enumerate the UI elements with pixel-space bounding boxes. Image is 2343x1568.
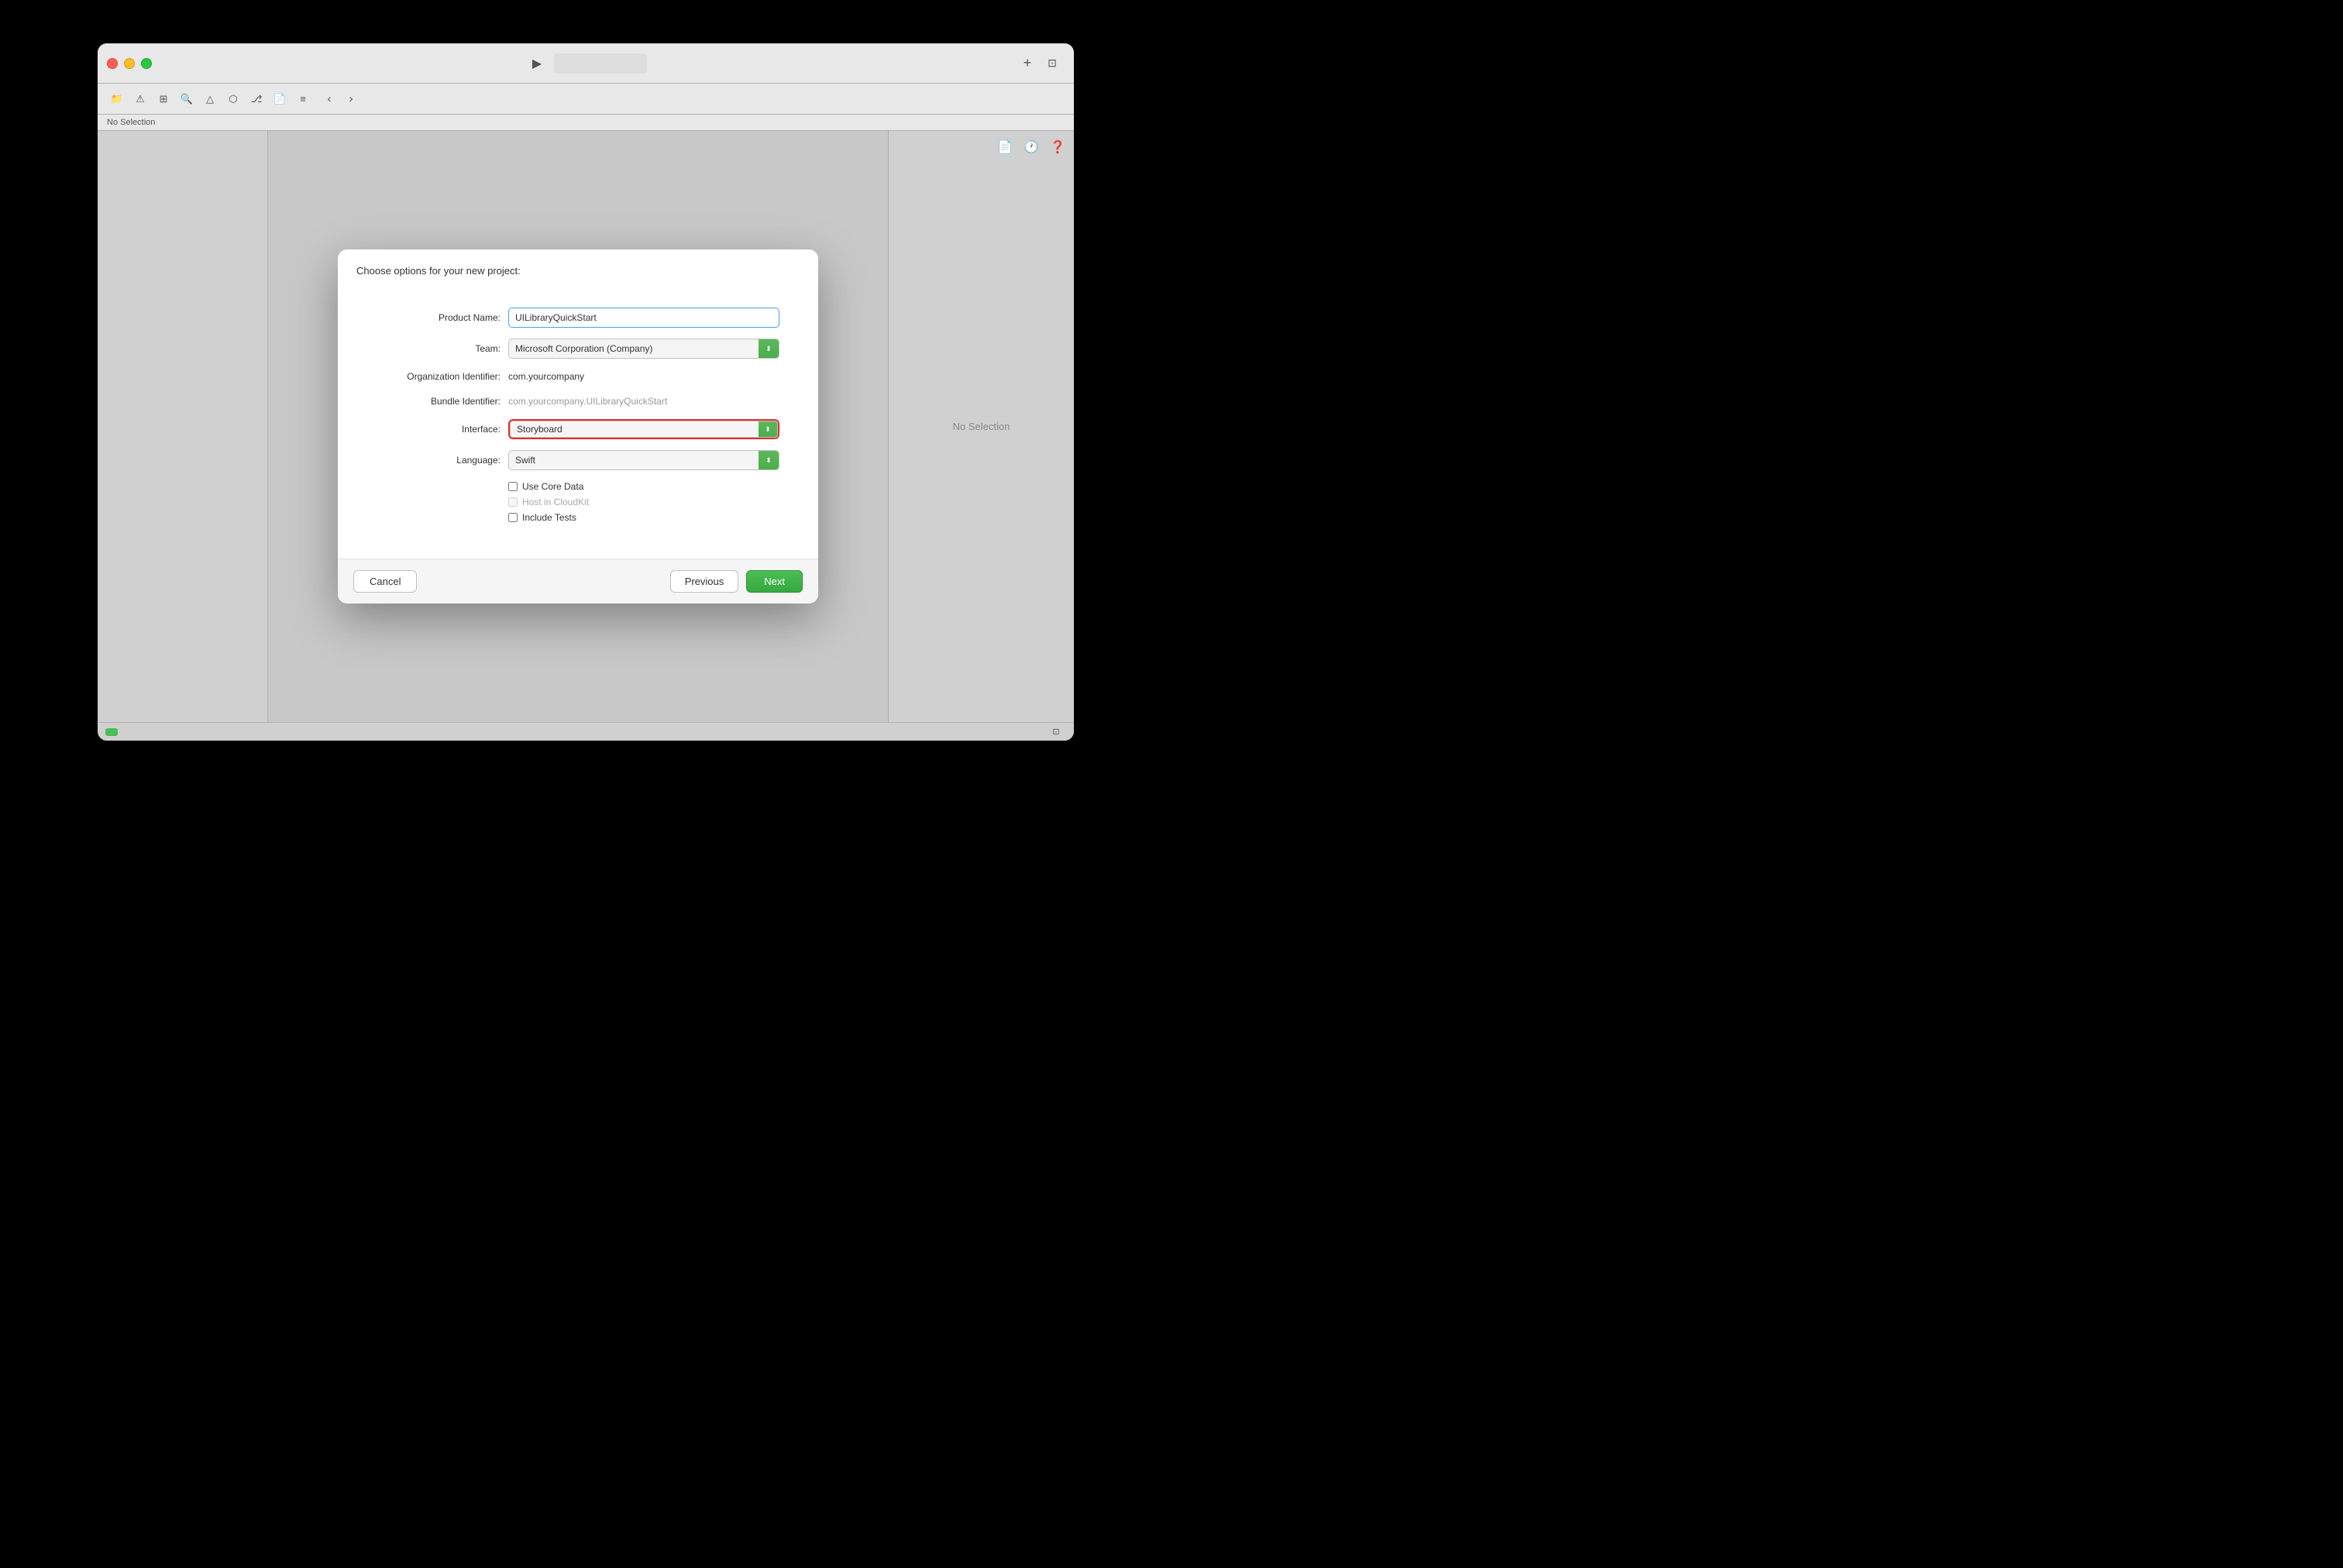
interface-stepper-icon: ⬍ — [765, 426, 771, 433]
alert-icon-btn[interactable]: △ — [200, 89, 220, 109]
team-stepper[interactable]: ⬍ — [759, 339, 779, 358]
footer-right: Previous Next — [670, 570, 803, 593]
toolbar-row: 📁 ⚠ ⊞ 🔍 △ ⬡ ⎇ 📄 ≡ ‹ › — [98, 84, 1074, 115]
cloudkit-row: Host in CloudKit — [377, 497, 779, 507]
bundle-identifier-row: Bundle Identifier: com.yourcompany.UILib… — [377, 394, 779, 408]
org-identifier-label: Organization Identifier: — [377, 371, 508, 382]
right-panel-doc-btn[interactable]: 📄 — [995, 137, 1015, 157]
warning-icon-btn[interactable]: ⚠ — [130, 89, 150, 109]
language-label: Language: — [377, 455, 508, 466]
team-row: Team: Microsoft Corporation (Company) Pe… — [377, 339, 779, 359]
product-name-input[interactable] — [508, 308, 779, 328]
left-panel — [98, 131, 268, 722]
add-button[interactable]: + — [1017, 53, 1038, 74]
org-identifier-row: Organization Identifier: com.yourcompany — [377, 370, 779, 383]
dialog-header: Choose options for your new project: — [338, 249, 818, 284]
dialog-title: Choose options for your new project: — [356, 265, 521, 277]
right-panel-help-btn[interactable]: ❓ — [1048, 137, 1068, 157]
close-button[interactable] — [107, 58, 118, 69]
include-tests-checkbox[interactable] — [508, 513, 518, 522]
next-button[interactable]: Next — [746, 570, 803, 593]
product-name-row: Product Name: — [377, 308, 779, 328]
status-bar: ⊡ — [98, 722, 1074, 741]
scheme-selector[interactable] — [554, 53, 647, 74]
previous-button[interactable]: Previous — [670, 570, 739, 593]
interface-select[interactable]: Storyboard SwiftUI — [510, 421, 778, 438]
form-container: Product Name: Team: Microsoft Corporatio… — [338, 292, 818, 543]
include-tests-row: Include Tests — [377, 512, 779, 523]
footer-left: Cancel — [353, 570, 670, 593]
back-nav-btn[interactable]: ‹ — [319, 89, 339, 109]
dialog-footer: Cancel Previous Next — [338, 559, 818, 603]
center-panel: Choose options for your new project: Pro… — [268, 131, 888, 722]
team-select[interactable]: Microsoft Corporation (Company) Personal… — [508, 339, 779, 359]
main-content: Choose options for your new project: Pro… — [98, 131, 1074, 722]
interface-stepper[interactable]: ⬍ — [759, 421, 777, 437]
cancel-button[interactable]: Cancel — [353, 570, 417, 593]
right-panel: 📄 🕐 ❓ No Selection — [888, 131, 1074, 722]
forward-nav-btn[interactable]: › — [341, 89, 361, 109]
dialog-body: Product Name: Team: Microsoft Corporatio… — [338, 284, 818, 559]
product-name-label: Product Name: — [377, 312, 508, 323]
interface-select-wrapper: Storyboard SwiftUI ⬍ — [508, 419, 779, 439]
language-row: Language: Swift Objective-C ⬍ — [377, 450, 779, 470]
cloudkit-checkbox — [508, 497, 518, 507]
cloudkit-label: Host in CloudKit — [522, 497, 589, 507]
bundle-identifier-label: Bundle Identifier: — [377, 396, 508, 407]
maximize-button[interactable] — [141, 58, 152, 69]
modal-overlay: Choose options for your new project: Pro… — [268, 131, 888, 722]
right-no-selection: No Selection — [953, 421, 1010, 432]
stop-icon-btn[interactable]: ⬡ — [223, 89, 243, 109]
core-data-row: Use Core Data — [377, 481, 779, 492]
title-bar: ▶ + ⊡ — [98, 43, 1074, 84]
core-data-checkbox[interactable] — [508, 482, 518, 491]
layout-toggle[interactable]: ⊡ — [1041, 53, 1063, 74]
more-icon-btn[interactable]: ≡ — [293, 89, 313, 109]
xcode-window: ▶ + ⊡ 📁 ⚠ ⊞ 🔍 △ ⬡ ⎇ 📄 ≡ ‹ › No Selection — [98, 43, 1074, 741]
traffic-lights — [107, 58, 152, 69]
include-tests-label: Include Tests — [522, 512, 576, 523]
language-stepper[interactable]: ⬍ — [759, 451, 779, 469]
interface-row: Interface: Storyboard SwiftUI ⬍ — [377, 419, 779, 439]
no-selection-label: No Selection — [107, 118, 155, 127]
bundle-identifier-value: com.yourcompany.UILibraryQuickStart — [508, 394, 779, 408]
stepper-arrows-icon: ⬍ — [766, 346, 772, 352]
run-button[interactable]: ▶ — [526, 53, 548, 74]
language-select[interactable]: Swift Objective-C — [508, 450, 779, 470]
status-indicator — [105, 728, 118, 736]
branch-icon-btn[interactable]: ⎇ — [246, 89, 267, 109]
right-panel-clock-btn[interactable]: 🕐 — [1021, 137, 1041, 157]
language-select-wrapper: Swift Objective-C ⬍ — [508, 450, 779, 470]
team-label: Team: — [377, 343, 508, 354]
cloudkit-checkbox-label: Host in CloudKit — [508, 497, 589, 507]
minimize-button[interactable] — [124, 58, 135, 69]
breadcrumb-bar: No Selection — [98, 115, 1074, 131]
folder-icon-btn[interactable]: 📁 — [107, 89, 127, 109]
include-tests-checkbox-label[interactable]: Include Tests — [508, 512, 576, 523]
hierarchy-icon-btn[interactable]: ⊞ — [153, 89, 174, 109]
interface-label: Interface: — [377, 424, 508, 435]
language-stepper-icon: ⬍ — [766, 457, 772, 464]
new-project-dialog: Choose options for your new project: Pro… — [338, 249, 818, 603]
search-icon-btn[interactable]: 🔍 — [177, 89, 197, 109]
doc-icon-btn[interactable]: 📄 — [270, 89, 290, 109]
core-data-checkbox-label[interactable]: Use Core Data — [508, 481, 583, 492]
status-bar-expand-btn[interactable]: ⊡ — [1046, 722, 1066, 741]
org-identifier-value: com.yourcompany — [508, 370, 779, 383]
core-data-label: Use Core Data — [522, 481, 583, 492]
team-select-wrapper: Microsoft Corporation (Company) Personal… — [508, 339, 779, 359]
